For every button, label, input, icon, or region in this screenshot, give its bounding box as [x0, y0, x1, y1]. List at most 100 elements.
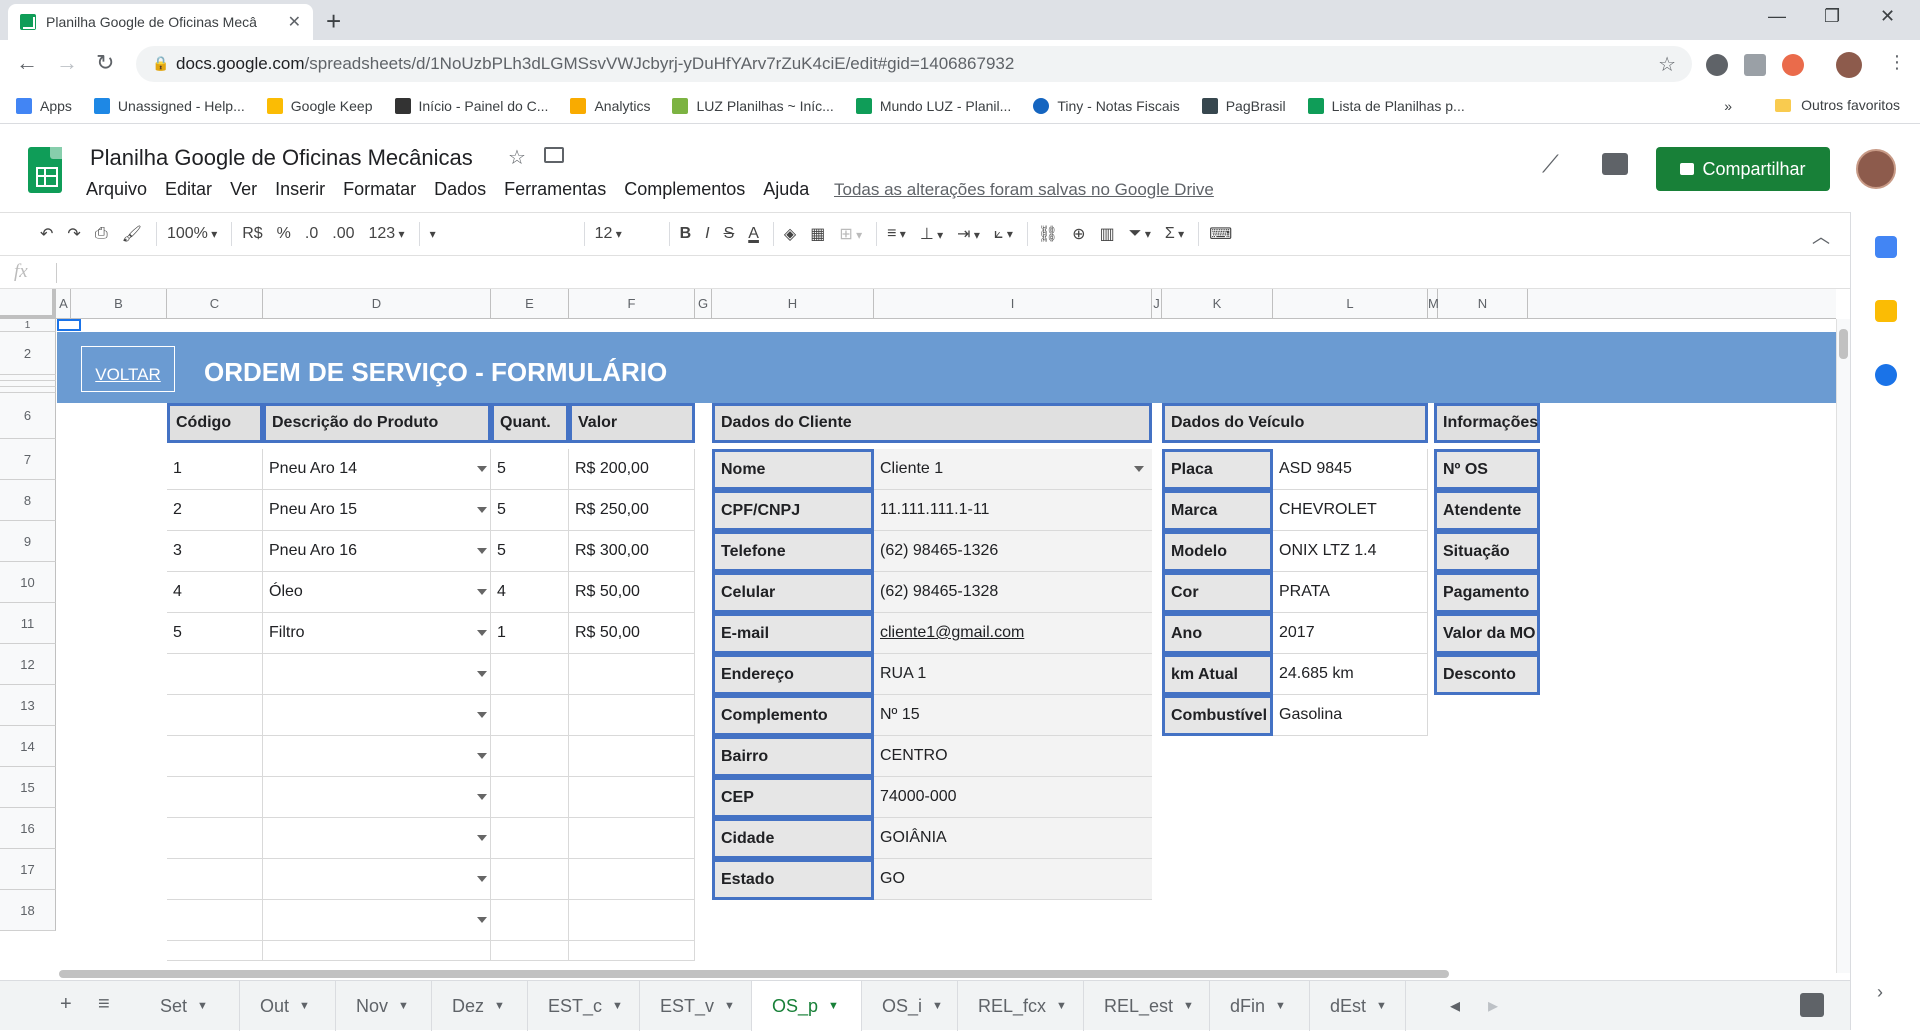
- italic-button[interactable]: I: [705, 225, 709, 243]
- row-header[interactable]: 17: [0, 849, 56, 890]
- product-cell[interactable]: [491, 900, 569, 941]
- product-cell[interactable]: [491, 695, 569, 736]
- row-header[interactable]: 16: [0, 808, 56, 849]
- menu-ferramentas[interactable]: Ferramentas: [504, 179, 606, 200]
- bookmark-item[interactable]: PagBrasil: [1201, 97, 1286, 114]
- column-header[interactable]: C: [167, 289, 263, 319]
- bold-button[interactable]: B: [680, 225, 692, 243]
- borders-icon[interactable]: ▦: [810, 224, 825, 244]
- doc-title[interactable]: Planilha Google de Oficinas Mecânicas: [90, 145, 473, 171]
- tab-menu-caret-icon[interactable]: ▼: [1056, 1000, 1067, 1012]
- menu-editar[interactable]: Editar: [165, 179, 212, 200]
- keep-icon[interactable]: [1875, 300, 1897, 322]
- sheet-tab-rel-est[interactable]: REL_est ▼: [1084, 981, 1210, 1031]
- extension-icon[interactable]: [1706, 54, 1728, 76]
- dropdown-arrow-icon[interactable]: [477, 589, 487, 595]
- product-cell[interactable]: [263, 777, 491, 818]
- dropdown-arrow-icon[interactable]: [477, 835, 487, 841]
- vertical-scrollbar[interactable]: [1836, 319, 1850, 973]
- product-cell[interactable]: 2: [167, 490, 263, 531]
- column-header[interactable]: J: [1152, 289, 1162, 319]
- product-cell[interactable]: [263, 900, 491, 941]
- vehicle-field-value[interactable]: Gasolina: [1273, 695, 1428, 736]
- close-tab-icon[interactable]: ✕: [288, 12, 301, 32]
- other-bookmarks[interactable]: Outros favoritos: [1775, 97, 1900, 113]
- menu-ver[interactable]: Ver: [230, 179, 257, 200]
- product-cell[interactable]: [569, 695, 695, 736]
- row-header[interactable]: 13: [0, 685, 56, 726]
- product-cell[interactable]: 4: [491, 572, 569, 613]
- more-formats-select[interactable]: 123: [369, 225, 405, 243]
- star-icon[interactable]: ☆: [508, 145, 526, 170]
- row-header[interactable]: 6: [0, 393, 56, 439]
- insert-comment-icon[interactable]: ⊕: [1072, 224, 1085, 244]
- column-header[interactable]: I: [874, 289, 1152, 319]
- product-cell[interactable]: 5: [491, 449, 569, 490]
- dropdown-arrow-icon[interactable]: [477, 548, 487, 554]
- browser-menu-icon[interactable]: ⋮: [1888, 52, 1906, 73]
- product-cell[interactable]: [167, 818, 263, 859]
- scroll-thumb[interactable]: [1839, 329, 1848, 359]
- product-cell[interactable]: R$ 250,00: [569, 490, 695, 531]
- activity-trend-icon[interactable]: ⟋: [1542, 151, 1559, 179]
- sheet-tab-os-i[interactable]: OS_i ▼: [862, 981, 958, 1031]
- product-cell[interactable]: [569, 777, 695, 818]
- scroll-tabs-left-icon[interactable]: ◂: [1450, 993, 1460, 1018]
- row-header[interactable]: 10: [0, 562, 56, 603]
- dropdown-arrow-icon[interactable]: [477, 753, 487, 759]
- bookmark-item[interactable]: Mundo LUZ - Planil...: [855, 97, 1011, 114]
- minimize-icon[interactable]: —: [1768, 6, 1786, 27]
- voltar-link[interactable]: VOLTAR: [81, 346, 175, 392]
- share-button[interactable]: Compartilhar: [1656, 147, 1830, 191]
- vertical-align-icon[interactable]: ⊥: [920, 224, 943, 244]
- column-header[interactable]: K: [1162, 289, 1273, 319]
- tab-menu-caret-icon[interactable]: ▼: [612, 1000, 623, 1012]
- column-header[interactable]: E: [491, 289, 569, 319]
- product-cell[interactable]: [491, 859, 569, 900]
- extension-icon[interactable]: [1744, 54, 1766, 76]
- vehicle-field-value[interactable]: CHEVROLET: [1273, 490, 1428, 531]
- dropdown-arrow-icon[interactable]: [477, 876, 487, 882]
- row-header[interactable]: 14: [0, 726, 56, 767]
- tab-menu-caret-icon[interactable]: ▼: [932, 1000, 943, 1012]
- bookmark-item[interactable]: Apps: [16, 97, 72, 114]
- client-field-value[interactable]: 11.111.111.1-11: [874, 490, 1152, 531]
- horizontal-scrollbar[interactable]: [57, 969, 1836, 979]
- sheet-tab-nov[interactable]: Nov ▼: [336, 981, 432, 1031]
- row-header[interactable]: 1: [0, 319, 56, 332]
- product-cell[interactable]: [167, 695, 263, 736]
- save-status-link[interactable]: Todas as alterações foram salvas no Goog…: [834, 180, 1214, 200]
- restore-icon[interactable]: ❐: [1824, 6, 1840, 27]
- column-header[interactable]: L: [1273, 289, 1428, 319]
- client-field-value[interactable]: Cliente 1: [874, 449, 1152, 490]
- vehicle-field-value[interactable]: PRATA: [1273, 572, 1428, 613]
- url-field[interactable]: 🔒 docs.google.com/spreadsheets/d/1NoUzbP…: [136, 46, 1692, 82]
- product-cell[interactable]: [167, 859, 263, 900]
- column-header[interactable]: H: [712, 289, 874, 319]
- product-cell[interactable]: [167, 654, 263, 695]
- product-cell[interactable]: [263, 654, 491, 695]
- account-avatar[interactable]: [1856, 149, 1896, 189]
- product-cell[interactable]: [167, 941, 263, 961]
- dropdown-arrow-icon[interactable]: [477, 794, 487, 800]
- product-cell[interactable]: [491, 736, 569, 777]
- input-tools-keyboard-icon[interactable]: ⌨: [1209, 224, 1232, 244]
- insert-link-icon[interactable]: ⛓: [1038, 224, 1058, 244]
- increase-decimal-button[interactable]: .00: [332, 225, 354, 243]
- dropdown-arrow-icon[interactable]: [477, 630, 487, 636]
- product-cell[interactable]: [167, 777, 263, 818]
- row-header[interactable]: 12: [0, 644, 56, 685]
- undo-icon[interactable]: ↶: [40, 224, 53, 244]
- dropdown-arrow-icon[interactable]: [477, 671, 487, 677]
- product-cell[interactable]: 5: [491, 531, 569, 572]
- product-cell[interactable]: R$ 300,00: [569, 531, 695, 572]
- collapse-menus-icon[interactable]: ︿: [1812, 223, 1830, 249]
- product-cell[interactable]: [569, 900, 695, 941]
- functions-icon[interactable]: Σ: [1165, 225, 1184, 243]
- extension-k-icon[interactable]: [1782, 54, 1804, 76]
- bookmark-item[interactable]: Lista de Planilhas p...: [1307, 97, 1465, 114]
- vehicle-field-value[interactable]: 24.685 km: [1273, 654, 1428, 695]
- column-header[interactable]: N: [1438, 289, 1528, 319]
- product-cell[interactable]: [491, 777, 569, 818]
- product-cell[interactable]: 1: [167, 449, 263, 490]
